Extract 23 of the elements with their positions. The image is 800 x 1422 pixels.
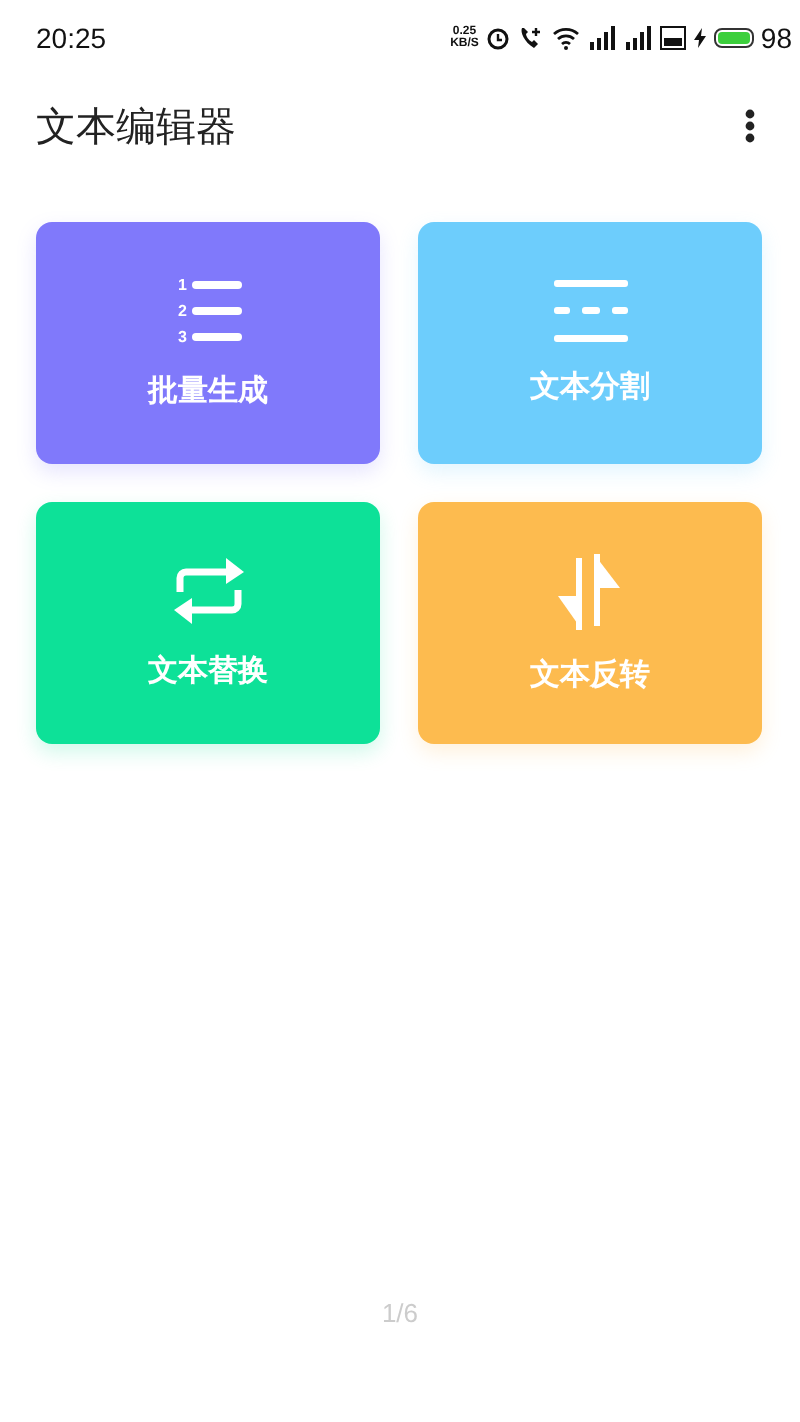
reverse-arrows-icon bbox=[554, 553, 626, 629]
app-title: 文本编辑器 bbox=[36, 99, 236, 153]
hd-icon bbox=[660, 26, 687, 50]
signal-icon bbox=[588, 26, 617, 50]
wifi-icon bbox=[552, 26, 581, 50]
card-label: 文本反转 bbox=[530, 655, 650, 693]
tool-card[interactable]: 文本反转 bbox=[418, 502, 762, 744]
battery-percent: 98 bbox=[760, 22, 792, 54]
battery-icon bbox=[714, 28, 755, 48]
split-lines-icon bbox=[553, 280, 627, 342]
tool-card[interactable]: 文本替换 bbox=[36, 502, 380, 744]
swap-arrows-icon bbox=[171, 557, 245, 625]
charging-icon bbox=[694, 28, 707, 48]
signal-icon bbox=[624, 26, 653, 50]
tool-card[interactable]: 文本分割 bbox=[418, 222, 762, 464]
card-label: 批量生成 bbox=[148, 371, 268, 409]
card-label: 文本分割 bbox=[530, 368, 650, 406]
status-time: 20:25 bbox=[36, 22, 107, 54]
alarm-icon bbox=[486, 26, 511, 50]
more-icon[interactable] bbox=[744, 108, 756, 144]
phone-icon bbox=[518, 26, 545, 50]
tool-card[interactable]: 1 2 3 批量生成 bbox=[36, 222, 380, 464]
card-label: 文本替换 bbox=[148, 651, 268, 689]
